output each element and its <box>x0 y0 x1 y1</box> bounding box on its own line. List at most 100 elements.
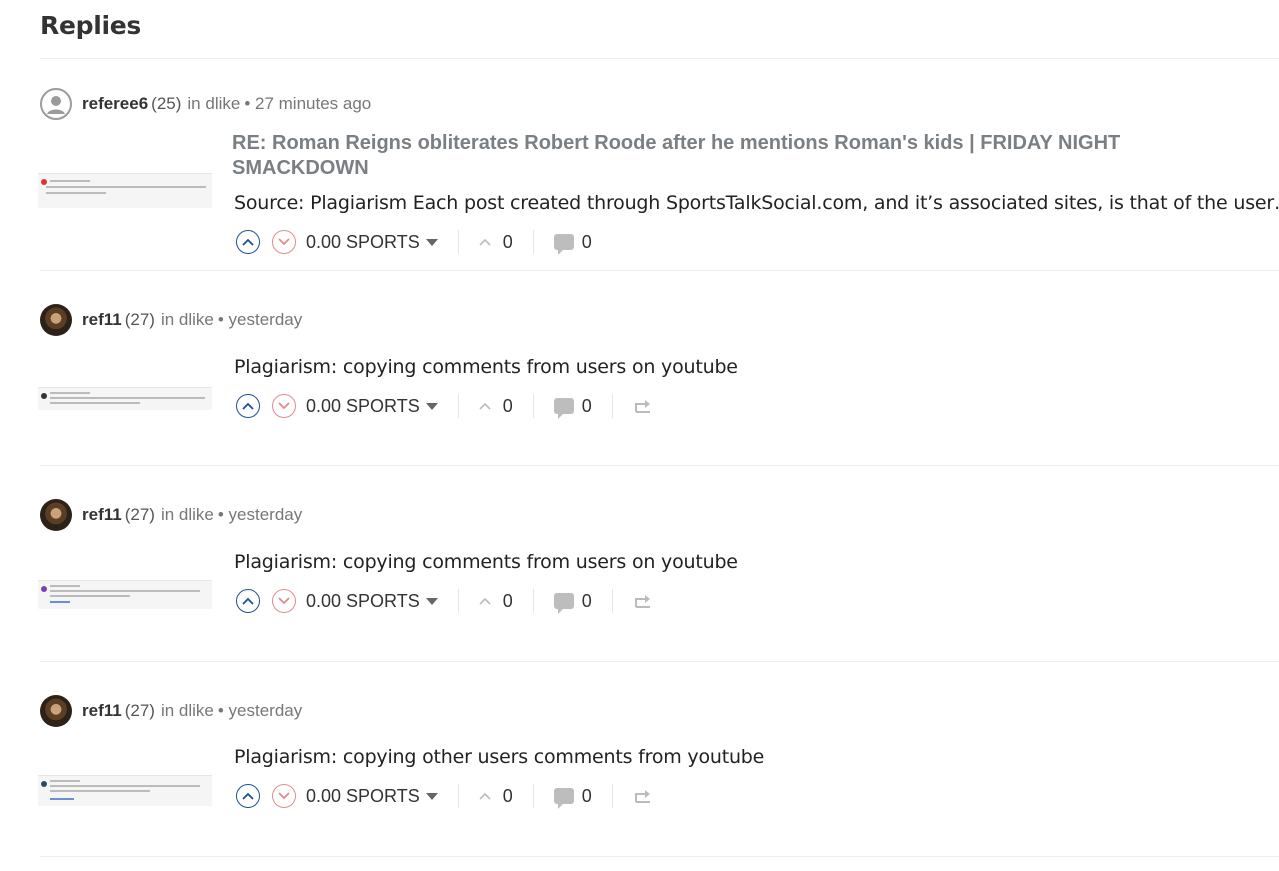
post-body[interactable]: Source: Plagiarism Each post created thr… <box>234 190 1279 216</box>
divider <box>40 58 1279 59</box>
comment-icon <box>553 398 574 419</box>
community-link[interactable]: in dlike <box>161 505 214 525</box>
thumbnail-line <box>50 780 80 782</box>
payout-value: 0.00 SPORTS <box>306 395 420 416</box>
thumbnail-line <box>46 192 106 194</box>
thumbnail[interactable] <box>38 580 212 609</box>
caret-down-icon <box>425 597 438 605</box>
chevron-up-icon <box>479 792 491 800</box>
downvote-icon[interactable] <box>272 784 296 808</box>
thumbnail-line <box>50 590 200 592</box>
author-link[interactable]: referee6 <box>82 94 148 114</box>
vote-count[interactable]: 0 <box>479 786 513 807</box>
separator <box>457 589 459 613</box>
vote-count[interactable]: 0 <box>479 396 513 417</box>
vote-count-value: 0 <box>502 785 513 806</box>
thumbnail-line <box>50 397 205 399</box>
divider <box>40 465 1279 466</box>
caret-down-icon <box>425 792 438 800</box>
action-bar: 0.00 SPORTS 0 0 <box>236 392 653 420</box>
user-icon <box>47 96 65 114</box>
thumbnail-line <box>46 186 206 188</box>
downvote-icon[interactable] <box>272 589 296 613</box>
reply-item: ref11 (27) in dlike • yesterday Plagiari… <box>0 498 1279 660</box>
downvote-icon[interactable] <box>272 230 296 254</box>
comment-count[interactable]: 0 <box>553 591 592 614</box>
thumbnail-avatar <box>41 179 47 185</box>
downvote-icon[interactable] <box>272 394 296 418</box>
thumbnail[interactable] <box>38 173 212 208</box>
post-body[interactable]: Plagiarism: copying comments from users … <box>234 354 738 380</box>
separator <box>611 589 613 613</box>
upvote-icon[interactable] <box>236 589 260 613</box>
timestamp[interactable]: • yesterday <box>218 505 302 525</box>
post-body[interactable]: Plagiarism: copying comments from users … <box>234 549 738 575</box>
upvote-icon[interactable] <box>236 394 260 418</box>
action-bar: 0.00 SPORTS 0 0 <box>236 587 653 615</box>
author-link[interactable]: ref11 <box>82 701 122 721</box>
timestamp[interactable]: • yesterday <box>218 701 302 721</box>
reblog-icon[interactable] <box>633 593 653 609</box>
post-title[interactable]: RE: Roman Reigns obliterates Robert Rood… <box>232 131 1212 181</box>
vote-count[interactable]: 0 <box>479 591 513 612</box>
reply-item: referee6 (25) in dlike • 27 minutes ago … <box>0 87 1279 271</box>
community-link[interactable]: in dlike <box>161 310 214 330</box>
community-link[interactable]: in dlike <box>161 701 214 721</box>
thumbnail-avatar <box>41 781 47 787</box>
separator <box>611 784 613 808</box>
thumbnail-line <box>50 601 70 603</box>
author-link[interactable]: ref11 <box>82 310 122 330</box>
separator <box>457 784 459 808</box>
thumbnail-line <box>50 798 74 800</box>
reply-item: ref11 (27) in dlike • yesterday Plagiari… <box>0 694 1279 856</box>
comment-icon <box>553 788 574 809</box>
comment-count-value: 0 <box>581 395 592 416</box>
reblog-icon[interactable] <box>633 398 653 414</box>
author-row: ref11 (27) in dlike • yesterday <box>40 498 302 532</box>
chevron-up-icon <box>479 597 491 605</box>
comment-count[interactable]: 0 <box>553 232 592 255</box>
thumbnail-line <box>50 585 80 587</box>
upvote-icon[interactable] <box>236 230 260 254</box>
comment-count[interactable]: 0 <box>553 395 592 419</box>
comment-count[interactable]: 0 <box>553 786 592 809</box>
action-bar: 0.00 SPORTS 0 0 <box>236 228 592 256</box>
separator <box>532 230 534 254</box>
payout-dropdown[interactable]: 0.00 SPORTS <box>306 591 438 612</box>
reputation: (27) <box>124 310 155 329</box>
timestamp[interactable]: • 27 minutes ago <box>244 94 371 114</box>
chevron-up-icon <box>479 402 491 410</box>
upvote-icon[interactable] <box>236 784 260 808</box>
avatar[interactable] <box>40 695 72 727</box>
thumbnail[interactable] <box>38 775 212 806</box>
divider <box>40 270 1279 271</box>
thumbnail-avatar <box>41 586 47 592</box>
post-body[interactable]: Plagiarism: copying other users comments… <box>234 744 764 770</box>
payout-dropdown[interactable]: 0.00 SPORTS <box>306 232 438 253</box>
user-icon[interactable] <box>40 88 72 120</box>
page-title: Replies <box>40 11 141 40</box>
thumbnail-line <box>50 402 140 404</box>
reputation: (27) <box>124 505 155 524</box>
thumbnail[interactable] <box>38 387 212 410</box>
payout-value: 0.00 SPORTS <box>306 590 420 611</box>
timestamp[interactable]: • yesterday <box>218 310 302 330</box>
separator <box>457 230 459 254</box>
thumbnail-line <box>50 595 130 597</box>
author-link[interactable]: ref11 <box>82 505 122 525</box>
caret-down-icon <box>425 238 438 246</box>
payout-dropdown[interactable]: 0.00 SPORTS <box>306 396 438 417</box>
author-row: ref11 (27) in dlike • yesterday <box>40 303 302 337</box>
thumbnail-line <box>50 790 150 792</box>
thumbnail-line <box>50 180 90 182</box>
community-link[interactable]: in dlike <box>187 94 240 114</box>
separator <box>532 394 534 418</box>
vote-count[interactable]: 0 <box>479 232 513 253</box>
avatar[interactable] <box>40 304 72 336</box>
separator <box>611 394 613 418</box>
reputation: (27) <box>124 701 155 720</box>
payout-dropdown[interactable]: 0.00 SPORTS <box>306 786 438 807</box>
reblog-icon[interactable] <box>633 788 653 804</box>
avatar[interactable] <box>40 499 72 531</box>
author-row: referee6 (25) in dlike • 27 minutes ago <box>40 87 371 121</box>
